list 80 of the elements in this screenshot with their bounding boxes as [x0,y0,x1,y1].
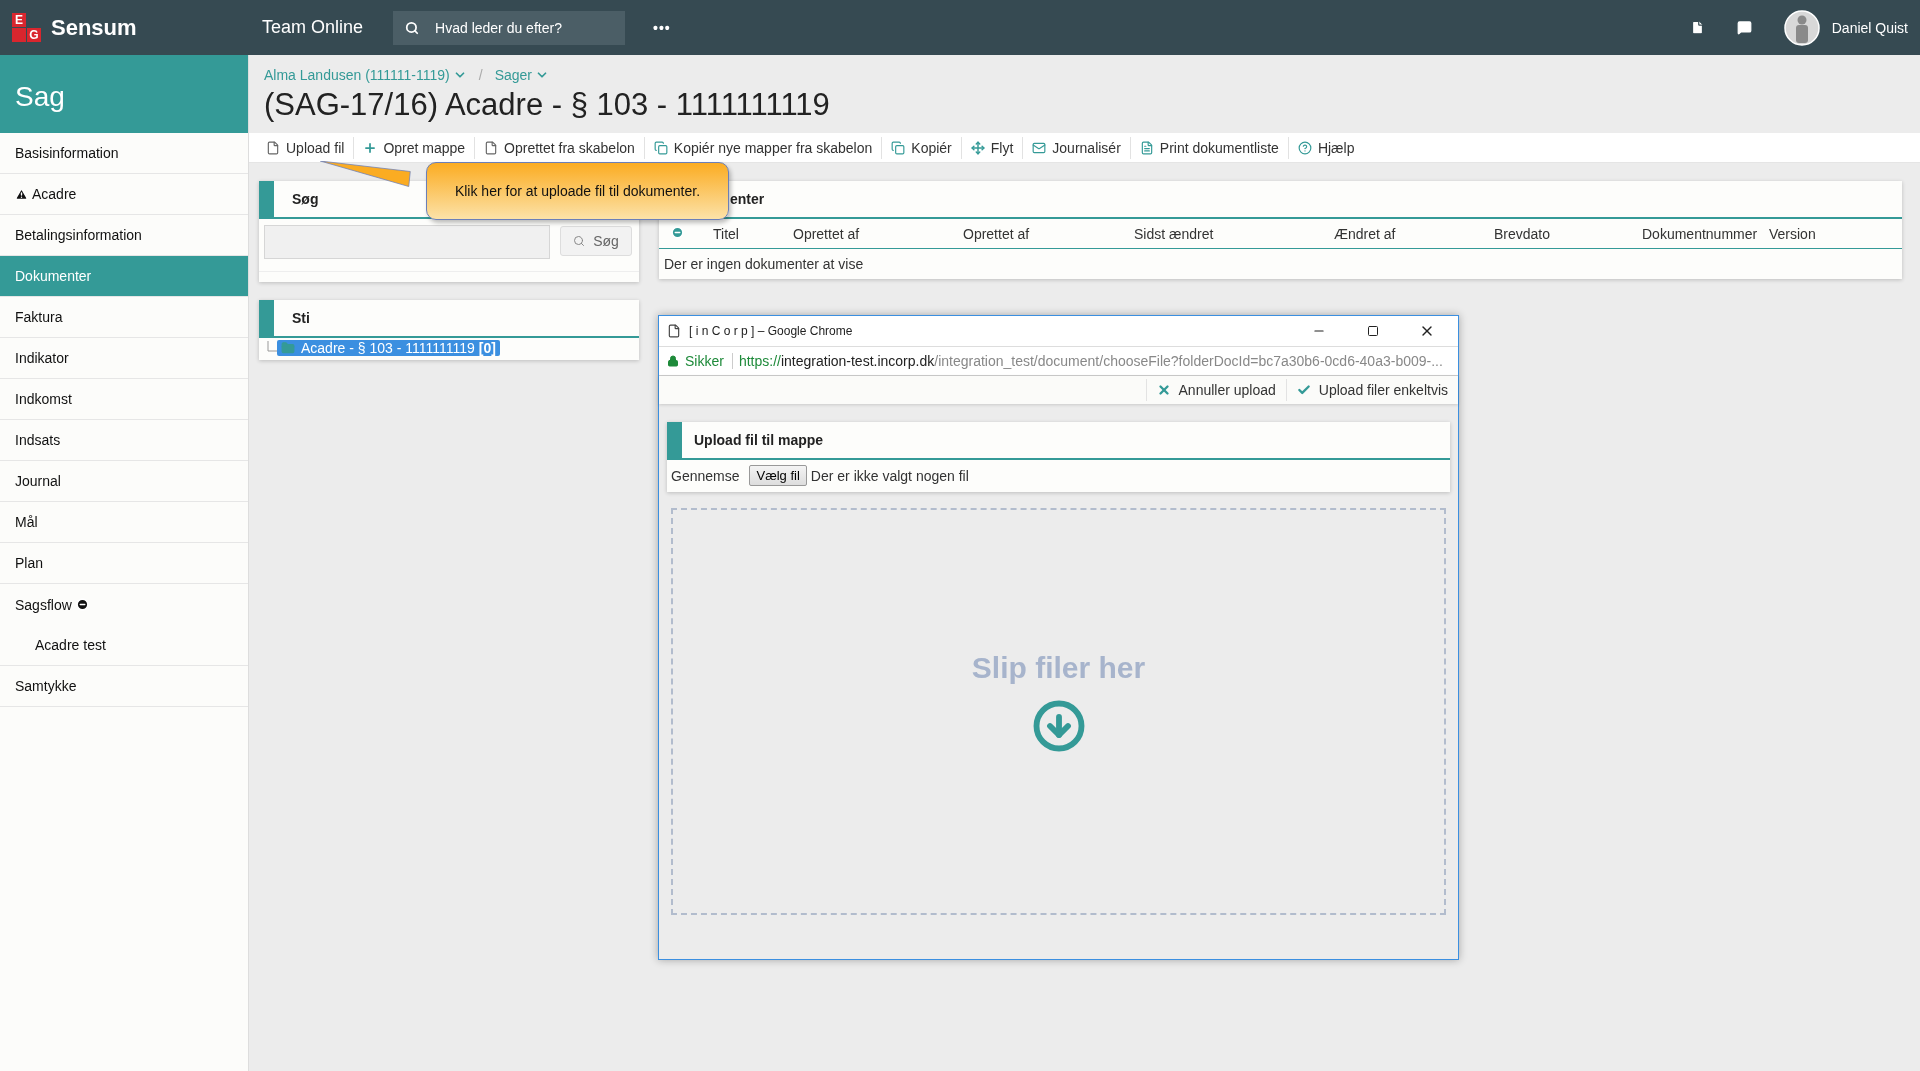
window-title: [ i n C o r p ] – Google Chrome [689,324,853,338]
user-name[interactable]: Daniel Quist [1831,19,1908,36]
file-status: Der er ikke valgt nogen fil [810,467,969,484]
drop-text: Slip filer her [971,650,1146,685]
folder-icon [281,341,295,355]
page-title: (SAG-17/16) Acadre - § 103 - 1111111119 [264,87,831,123]
sidebar-item[interactable]: Indkomst [0,379,248,420]
copy-icon [653,140,668,155]
maximize-icon [1367,325,1379,337]
browse-label: Gennemse [671,467,740,484]
toolbar-button[interactable]: Hjælp [1288,136,1364,159]
breadcrumb-separator: / [478,67,483,83]
search-field[interactable]: Hvad leder du efter? [393,10,626,45]
page-icon [667,324,681,338]
action-button[interactable]: Upload filer enkeltvis [1285,379,1458,401]
address-url[interactable]: https://integration-test.incorp.dk/integration_test/document/chooseFile?folderDocId=bc7a30b6-0cd6-40a3-b009-... [738,353,1443,369]
sidebar-title: Sag [0,55,248,133]
search-icon [573,235,586,247]
download-icon [1031,698,1086,753]
toolbar-button[interactable]: Print dokumentliste [1130,136,1289,159]
column-header: Version [1768,225,1817,242]
check-icon [1296,383,1311,397]
toolbar-button[interactable]: Opret mappe [354,136,476,159]
pdf-file-icon [1139,140,1154,155]
empty-message: Der er ingen dokumenter at vise [663,255,865,274]
tooltip: Klik her for at uploade fil til dokumenter. [426,162,729,220]
sidebar-item[interactable]: Plan [0,543,248,584]
document-icon [266,140,280,155]
column-header: Ændret af [1333,225,1397,242]
document-icon [484,140,499,155]
search-field[interactable]: Hvad leder du efter? [433,18,614,37]
envelope-icon [1032,140,1047,155]
toolbar-button[interactable]: Kopiér nye mapper fra skabelon [644,136,883,159]
action-button[interactable]: Annuller upload [1145,379,1286,401]
sidebar-item[interactable]: Indikator [0,338,248,379]
panel-title: Søg [292,191,319,207]
sidebar-item[interactable]: Samtykke [0,666,248,707]
collapse-icon[interactable] [671,225,684,239]
sidebar-item[interactable]: Acadre test [0,625,248,665]
toolbar-button[interactable]: Flyt [961,136,1024,159]
column-header: Titel [712,225,740,242]
column-header: Sidst ændret [1133,225,1215,242]
copy-icon [891,140,906,155]
toolbar-button[interactable]: Kopiér [882,136,962,159]
help-icon [1297,140,1312,155]
sidebar-item[interactable]: Journal [0,461,248,502]
panel-title: Sti [292,310,310,326]
lock-icon [667,355,679,367]
collapse-icon [75,598,89,611]
sidebar-item[interactable]: Faktura [0,297,248,338]
move-icon [970,140,985,155]
panel-title: enter [730,191,765,207]
column-header: Oprettet af [962,225,1031,242]
more-menu-button[interactable]: ••• [653,19,671,36]
column-header: Brevdato [1493,225,1552,242]
chat-icon[interactable] [1736,20,1752,35]
toolbar-button[interactable]: Journalisér [1023,136,1131,159]
sidebar-item[interactable]: Indsats [0,420,248,461]
tree-connector [267,341,277,355]
avatar-icon[interactable] [1783,9,1820,46]
sidebar-item[interactable]: Acadre [0,174,248,215]
choose-file-button[interactable]: Vælg fil [749,465,807,486]
sidebar-item[interactable]: Mål [0,502,248,543]
column-header: Oprettet af [792,225,861,242]
sidebar-item[interactable]: Basisinformation [0,133,248,174]
search-button[interactable]: Søg [560,226,632,256]
sidebar-item[interactable]: Sagsflow [0,584,248,625]
toolbar-button[interactable]: Upload fil [257,136,355,159]
app-title: Team Online [262,17,364,38]
search-icon [405,20,420,35]
column-header: Dokumentnummer [1641,225,1759,242]
plus-icon [363,140,378,155]
cross-icon [1156,383,1171,397]
toolbar-button[interactable]: Oprettet fra skabelon [475,136,645,159]
brand-name: Sensum [51,14,137,41]
secure-label: Sikker [685,353,733,369]
document-icon[interactable] [1689,20,1705,35]
warning-icon [15,187,28,201]
panel-title: Upload fil til mappe [694,432,824,448]
search-field[interactable] [264,225,550,259]
